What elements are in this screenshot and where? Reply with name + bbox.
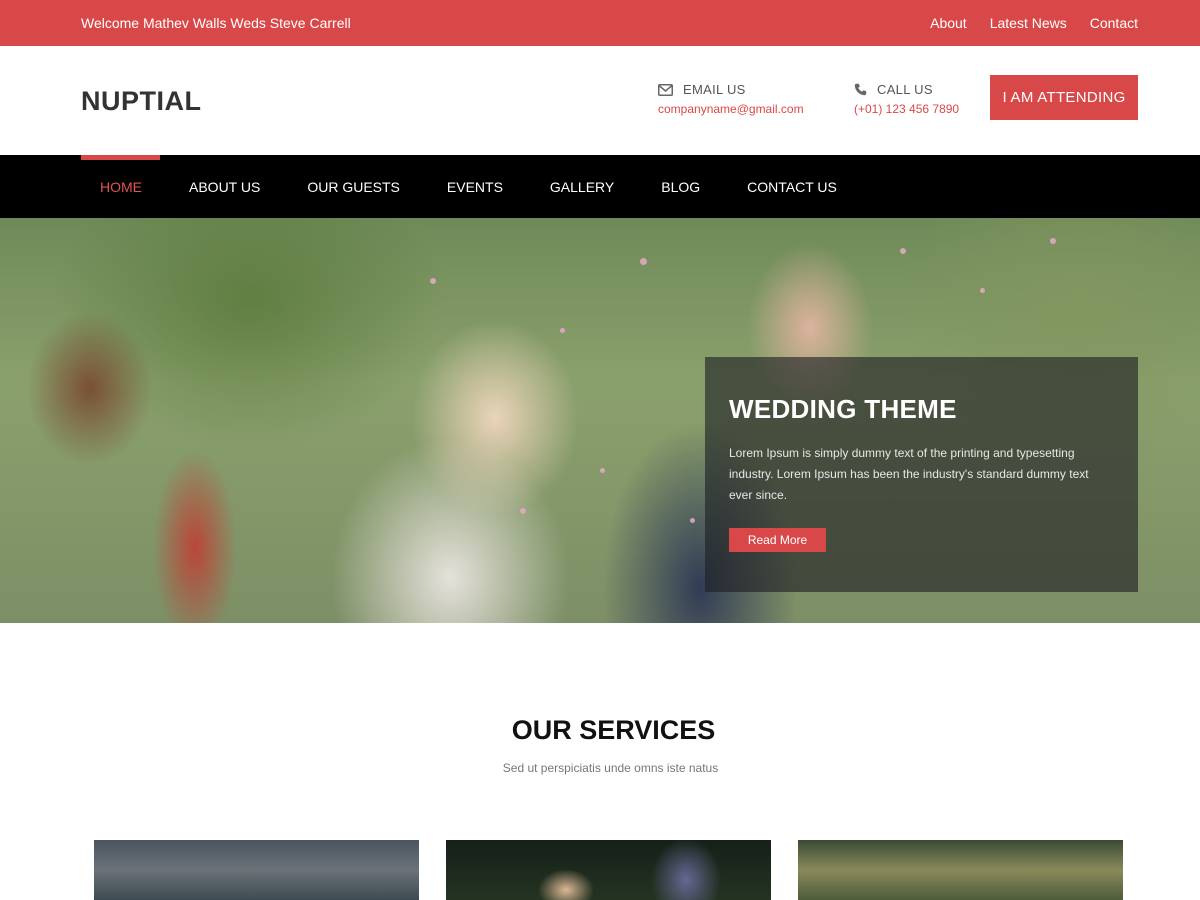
- phone-icon: [854, 83, 867, 96]
- nav-item-blog[interactable]: BLOG: [642, 155, 719, 218]
- hero-text: Lorem Ipsum is simply dummy text of the …: [729, 446, 1089, 502]
- nav-item-our-guests[interactable]: OUR GUESTS: [288, 155, 419, 218]
- nav-item-about-us[interactable]: ABOUT US: [170, 155, 279, 218]
- confetti-decoration: [600, 468, 605, 473]
- hero-title: WEDDING THEME: [729, 394, 957, 424]
- top-link-about[interactable]: About: [930, 15, 967, 31]
- top-bar: Welcome Mathev Walls Weds Steve Carrell …: [0, 0, 1200, 46]
- call-label: CALL US: [877, 82, 933, 97]
- nav-item-home[interactable]: HOME: [81, 155, 161, 218]
- confetti-decoration: [640, 258, 647, 265]
- service-image-3[interactable]: [798, 840, 1123, 900]
- email-contact: EMAIL US companyname@gmail.com: [658, 82, 804, 116]
- confetti-decoration: [560, 328, 565, 333]
- email-address[interactable]: companyname@gmail.com: [658, 102, 804, 116]
- top-link-contact[interactable]: Contact: [1090, 15, 1138, 31]
- hero-banner: WEDDING THEME Lorem Ipsum is simply dumm…: [0, 218, 1200, 623]
- site-logo[interactable]: NUPTIAL: [81, 86, 202, 117]
- nav-item-events[interactable]: EVENTS: [428, 155, 522, 218]
- services-subtitle: Sed ut perspiciatis unde omns iste natus: [502, 761, 719, 775]
- phone-number[interactable]: (+01) 123 456 7890: [854, 102, 959, 116]
- top-link-latest-news[interactable]: Latest News: [990, 15, 1067, 31]
- confetti-decoration: [520, 508, 526, 514]
- read-more-button[interactable]: Read More: [729, 528, 826, 552]
- hero-card: WEDDING THEME Lorem Ipsum is simply dumm…: [705, 357, 1138, 592]
- nav-item-gallery[interactable]: GALLERY: [531, 155, 633, 218]
- confetti-decoration: [980, 288, 985, 293]
- confetti-decoration: [690, 518, 695, 523]
- welcome-text: Welcome Mathev Walls Weds Steve Carrell: [81, 15, 351, 31]
- service-image-2[interactable]: [446, 840, 771, 900]
- confetti-decoration: [900, 248, 906, 254]
- services-title: OUR SERVICES: [511, 715, 716, 745]
- confetti-decoration: [1050, 238, 1056, 244]
- envelope-icon: [658, 83, 673, 96]
- main-nav: HOME ABOUT US OUR GUESTS EVENTS GALLERY …: [0, 155, 1200, 218]
- email-label: EMAIL US: [683, 82, 746, 97]
- call-contact: CALL US (+01) 123 456 7890: [854, 82, 959, 116]
- attending-button[interactable]: I AM ATTENDING: [990, 75, 1138, 120]
- nav-item-contact-us[interactable]: CONTACT US: [728, 155, 856, 218]
- top-links: About Latest News Contact: [930, 15, 1138, 31]
- service-image-1[interactable]: [94, 840, 419, 900]
- confetti-decoration: [430, 278, 436, 284]
- site-header: NUPTIAL EMAIL US companyname@gmail.com C…: [0, 46, 1200, 155]
